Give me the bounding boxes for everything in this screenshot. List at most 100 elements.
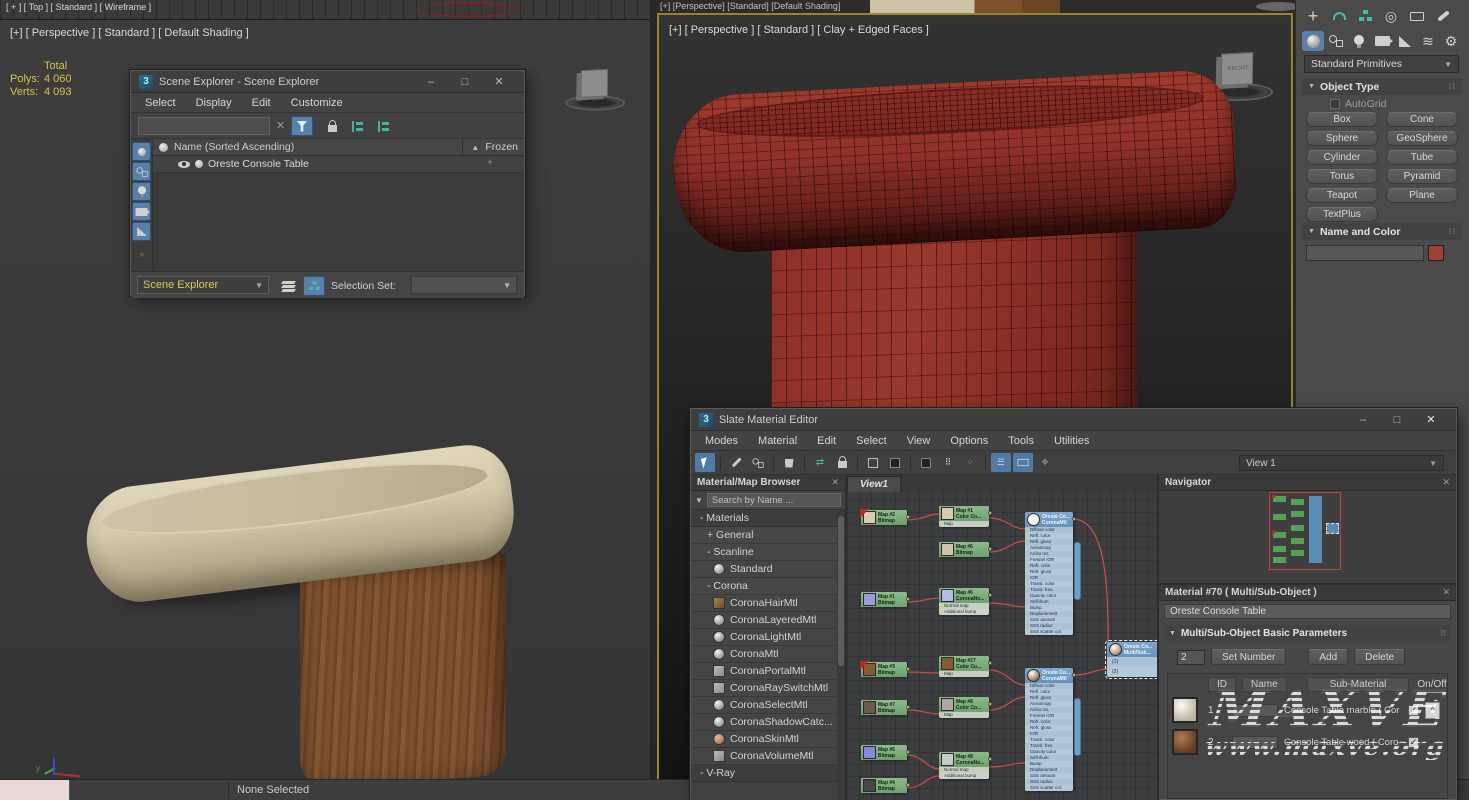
onoff-checkbox[interactable]: ✓	[1408, 737, 1419, 748]
menu-edit[interactable]: Edit	[242, 97, 281, 109]
collapse-tree-button[interactable]	[373, 116, 395, 136]
navigator-minimap[interactable]	[1159, 491, 1456, 583]
corona-material-item[interactable]: CoronaPortalMtl	[691, 663, 845, 680]
name-column-header[interactable]: Name (Sorted Ascending)	[174, 141, 294, 153]
navigator-node-mini[interactable]	[1291, 550, 1304, 556]
corona-material-item[interactable]: CoronaSkinMtl	[691, 731, 845, 748]
node-input-slot[interactable]: Additional bump	[939, 609, 989, 615]
corona-material-item[interactable]: CoronaShadowCatc...	[691, 714, 845, 731]
object-color-swatch[interactable]	[1428, 245, 1444, 261]
material-id-button[interactable]: ⁘	[960, 453, 980, 472]
menu-modes[interactable]: Modes	[695, 435, 748, 447]
delete-button[interactable]: Delete	[1354, 649, 1405, 665]
sub-material-button[interactable]: Console Table marble ( Cor	[1284, 705, 1402, 716]
marble-material-thumbnail[interactable]	[1172, 697, 1198, 723]
viewcube-cube[interactable]	[580, 69, 608, 98]
show-cameras-button[interactable]	[132, 202, 151, 221]
options-button[interactable]: ⠿	[938, 453, 958, 472]
viewcube-ring[interactable]	[565, 95, 625, 110]
teapot-button[interactable]: Teapot	[1306, 188, 1378, 203]
material-node-cc[interactable]: Map #27Color Co...Map	[939, 656, 989, 677]
navigator-selected-mini[interactable]	[1326, 523, 1339, 534]
viewport-top-strip[interactable]: [ + ] [ Top ] [ Standard ] [ Wireframe ]	[0, 0, 650, 20]
basic-parameters-rollout[interactable]: ▼ Multi/Sub-Object Basic Parameters ⁞⁞	[1164, 625, 1451, 641]
pick-material-button[interactable]	[726, 453, 746, 472]
navigator-material-mini[interactable]	[1309, 496, 1322, 563]
close-icon[interactable]: ✕	[482, 71, 516, 93]
lights-category-icon[interactable]	[1348, 31, 1370, 51]
node-input-slot[interactable]: (2)	[1107, 667, 1157, 677]
overflow-chevrons[interactable]: »	[131, 249, 152, 259]
corona-material-item[interactable]: CoronaLayeredMtl	[691, 612, 845, 629]
maximize-icon[interactable]: □	[1380, 409, 1414, 431]
viewport-back-strip[interactable]: [+] [Perspective] [Standard] [Default Sh…	[656, 0, 1295, 13]
viewport-back-label[interactable]: [+] [Perspective] [Standard] [Default Sh…	[660, 1, 840, 11]
node-canvas[interactable]: Map #2BitmapMap #1Color Co...MapMap #6Bi…	[847, 492, 1157, 800]
node-output-connector[interactable]	[1072, 517, 1076, 521]
show-shapes-button[interactable]	[132, 162, 151, 181]
sample-uv-tiling-button[interactable]	[916, 453, 936, 472]
selection-set-dropdown[interactable]: ▼	[411, 276, 517, 294]
search-clear-icon[interactable]: ✕	[276, 119, 285, 132]
menu-options[interactable]: Options	[940, 435, 998, 447]
show-lights-button[interactable]	[132, 182, 151, 201]
sub-material-button[interactable]: Console Table wood ( Coro	[1284, 737, 1402, 748]
material-node-bitmap[interactable]: Map #6Bitmap	[939, 542, 989, 557]
corona-section[interactable]: - Corona	[691, 578, 845, 595]
tube-button[interactable]: Tube	[1386, 150, 1458, 165]
zoom-extents-button[interactable]: ❖	[1035, 453, 1055, 472]
list-header-row[interactable]: Name (Sorted Ascending) ▲ Frozen	[153, 139, 524, 156]
corona-material-item[interactable]: CoronaHairMtl	[691, 595, 845, 612]
node-output-connector[interactable]	[906, 750, 910, 754]
name-column-header[interactable]: Name	[1242, 677, 1287, 692]
material-node-bitmap[interactable]: Map #1Bitmap	[861, 592, 907, 607]
set-number-button[interactable]: Set Number	[1211, 649, 1286, 665]
material-node-normal[interactable]: Map #6CoronaNo...Normal mapAdditional bu…	[939, 588, 989, 615]
close-icon[interactable]: ✕	[1414, 409, 1448, 431]
frozen-toggle-icon[interactable]: *	[462, 157, 518, 171]
material-count-field[interactable]: 2	[1177, 650, 1205, 665]
node-input-slot[interactable]: (1)	[1107, 657, 1157, 667]
menu-view[interactable]: View	[897, 435, 941, 447]
navigator-node-mini[interactable]	[1273, 546, 1286, 552]
browser-scrollbar[interactable]	[837, 510, 845, 800]
material-node-normal[interactable]: Map #8CoronaNo...Normal mapAdditional bu…	[939, 752, 989, 779]
tab-view1[interactable]: View1	[847, 476, 901, 492]
node-input-slot[interactable]: Additional bump	[939, 773, 989, 779]
corona-material-item[interactable]: CoronaRaySwitchMtl	[691, 680, 845, 697]
sub-material-name-field[interactable]	[1232, 704, 1278, 717]
browser-header[interactable]: Material/Map Browser ✕	[691, 475, 845, 491]
menu-customize[interactable]: Customize	[281, 97, 353, 109]
wood-material-thumbnail[interactable]	[1172, 729, 1198, 755]
navigator-node-mini[interactable]	[1273, 496, 1286, 502]
cylinder-button[interactable]: Cylinder	[1306, 150, 1378, 165]
show-geometry-button[interactable]	[132, 142, 151, 161]
material-node-mtl[interactable]: Oreste Co...CoronaMtlDiffuse colorRefl. …	[1025, 668, 1073, 791]
navigator-node-mini[interactable]	[1291, 499, 1304, 505]
scroll-up-button[interactable]: ^	[1425, 702, 1440, 719]
cameras-category-icon[interactable]	[1371, 31, 1393, 51]
show-background-button[interactable]	[863, 453, 883, 472]
node-output-connector[interactable]	[906, 667, 910, 671]
navigator-node-mini[interactable]	[1273, 557, 1286, 563]
material-panel-header[interactable]: Material #70 ( Multi/Sub-Object ) ✕	[1159, 585, 1456, 601]
standard-material-item[interactable]: Standard	[691, 561, 845, 578]
node-collapse-tab[interactable]	[1074, 698, 1081, 756]
node-input-slot[interactable]: SSS scatter col.	[1025, 629, 1073, 635]
node-input-slot[interactable]: SSS scatter col.	[1025, 785, 1073, 791]
sub-material-row[interactable]: 2 Console Table wood ( Coro ✓	[1168, 726, 1447, 758]
box-button[interactable]: Box	[1306, 112, 1378, 127]
navigator-node-mini[interactable]	[1273, 532, 1286, 538]
node-output-connector[interactable]	[1072, 673, 1076, 677]
minimize-icon[interactable]: –	[1346, 409, 1380, 431]
id-column-header[interactable]: ID	[1208, 677, 1236, 692]
corona-material-item[interactable]: CoronaLightMtl	[691, 629, 845, 646]
dropdown-arrow-icon[interactable]: ▼	[695, 496, 703, 505]
menu-tools[interactable]: Tools	[998, 435, 1044, 447]
menu-material[interactable]: Material	[748, 435, 807, 447]
cone-button[interactable]: Cone	[1386, 112, 1458, 127]
primitive-category-dropdown[interactable]: Standard Primitives ▼	[1304, 55, 1459, 73]
viewcube-cube[interactable]: FRONT	[1221, 52, 1254, 86]
node-output-connector[interactable]	[988, 757, 992, 761]
maximize-icon[interactable]: □	[448, 71, 482, 93]
